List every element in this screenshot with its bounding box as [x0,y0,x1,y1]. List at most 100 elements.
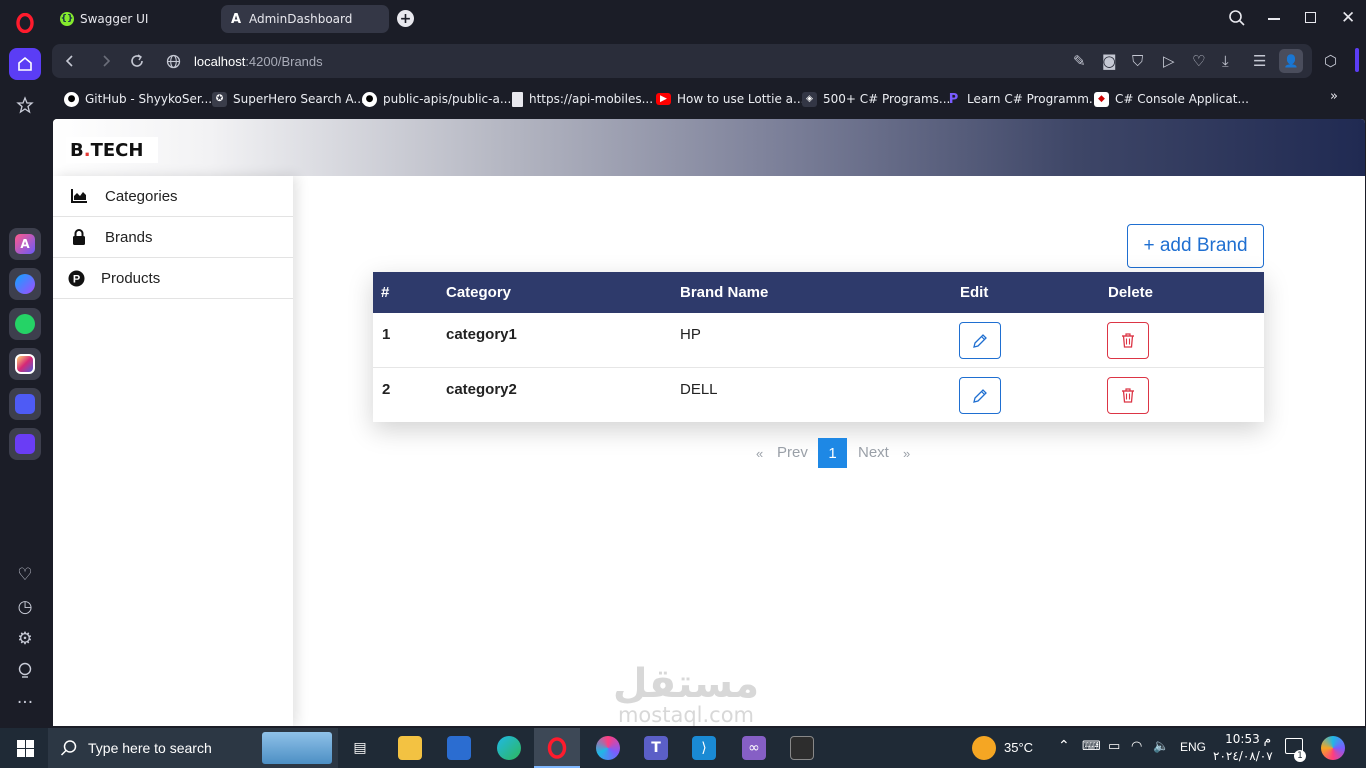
add-brand-button[interactable]: + add Brand [1127,224,1264,268]
flow-play-icon[interactable]: ▷ [1163,44,1175,78]
url-field[interactable]: localhost:4200/Brands [194,44,323,78]
notification-count: 1 [1294,750,1306,762]
bookmark-api-mobiles[interactable]: https://api-mobiles... [512,89,653,109]
btech-logo[interactable]: B. TECH [66,137,158,163]
edit-button[interactable] [959,377,1001,414]
heart-icon[interactable]: ♡ [12,562,38,588]
easy-setup-icon[interactable]: ☰ [1253,44,1266,78]
temperature[interactable]: 35°C [1004,740,1033,755]
table-header: # Category Brand Name Edit Delete [373,272,1264,313]
brands-table: # Category Brand Name Edit Delete 1 cate… [373,272,1264,422]
edge-icon[interactable] [497,736,521,760]
row-brand-name: HP [680,326,701,343]
adblock-shield-icon[interactable]: ⛉ [1132,44,1143,78]
close-window-icon[interactable]: ✕ [1341,8,1355,28]
taskbar-search-box[interactable]: Type here to search [48,728,338,768]
bookmark-lottie[interactable]: ▶ How to use Lottie a... [656,89,804,109]
superhero-icon: ✪ [212,91,227,107]
lightbulb-icon[interactable] [12,658,38,684]
input-method-icon[interactable]: ⌨ [1082,739,1101,754]
task-view-icon[interactable]: ▤ [348,736,372,760]
language-indicator[interactable]: ENG [1180,740,1206,754]
player-button[interactable] [9,428,41,460]
clock[interactable]: 10:53 م ٢٠٢٤/٠٨/٠٧ [1213,731,1273,765]
opera-logo-icon[interactable] [12,10,38,36]
tab-admindashboard[interactable]: A AdminDashboard [221,5,389,33]
taskbar-opera-active[interactable] [534,728,580,768]
bookmarks-overflow-icon[interactable]: » [1330,89,1338,104]
settings-gear-icon[interactable]: ⚙ [12,626,38,652]
row-number: 1 [382,326,391,343]
vscode-icon[interactable]: ⟩ [692,736,716,760]
profile-icon: 👤 [1279,49,1303,73]
aria-ai-button[interactable]: A [9,228,41,260]
history-icon[interactable]: ◷ [12,594,38,620]
row-number: 2 [382,381,391,398]
extensions-cube-icon[interactable]: ⬡ [1324,52,1337,70]
search-highlight-image [262,732,332,764]
next-arrow[interactable]: » [903,446,910,461]
weather-sun-icon[interactable] [972,736,996,760]
download-icon[interactable]: ⤓ [1222,44,1229,78]
share-edit-icon[interactable]: ✎ [1073,44,1086,78]
favorites-heart-icon[interactable]: ♡ [1192,44,1205,78]
reload-icon[interactable] [130,44,144,78]
angular-icon: A [230,11,242,27]
star-icon[interactable] [12,92,38,118]
visual-studio-icon[interactable]: ∞ [742,736,766,760]
delete-button[interactable] [1107,377,1149,414]
bookmark-github-shyyko[interactable]: ● GitHub - ShyykoSer... [64,89,212,109]
music-player-button[interactable] [9,388,41,420]
globe-icon[interactable] [166,44,181,78]
teams-icon[interactable]: T [644,736,668,760]
edit-button[interactable] [959,322,1001,359]
bookmark-superhero[interactable]: ✪ SuperHero Search A... [212,89,365,109]
speaker-icon[interactable]: 🔈 [1153,739,1169,754]
more-dots-icon[interactable]: ··· [12,690,38,716]
sidebar-item-products[interactable]: P Products [53,258,293,299]
bookmark-csharp-programs[interactable]: ◈ 500+ C# Programs... [802,89,950,109]
csharp-site-icon: ◈ [802,91,817,107]
tray-chevron-up-icon[interactable]: ⌃ [1058,738,1070,754]
delete-button[interactable] [1107,322,1149,359]
sidebar-toggle-icon[interactable] [1355,48,1359,72]
messenger-button[interactable] [9,268,41,300]
display-icon[interactable]: ▭ [1108,739,1120,754]
microsoft-store-icon[interactable] [447,736,471,760]
home-button[interactable] [9,48,41,80]
sidebar-item-categories[interactable]: Categories [53,176,293,217]
camera-icon[interactable]: ◙ [1102,44,1117,78]
wifi-icon[interactable]: ◠ [1131,739,1142,754]
profile-button[interactable]: 👤 [1279,44,1303,78]
app-sidebar: Categories Brands P Products [53,176,293,726]
column-header-brand-name: Brand Name [680,284,769,301]
learn-site-icon: P [948,91,959,107]
bookmark-csharp-console[interactable]: ◆ C# Console Applicat... [1094,89,1249,109]
prev-page-link[interactable]: Prev [777,444,808,461]
minimize-icon[interactable] [1268,18,1280,20]
new-tab-button[interactable]: + [397,10,414,27]
chart-icon [70,187,88,205]
tab-swagger[interactable]: {} Swagger UI [52,5,216,33]
copilot-icon[interactable] [1321,736,1345,760]
watermark-arabic: مستقل [612,661,760,707]
prev-arrow[interactable]: « [756,446,763,461]
instagram-button[interactable] [9,348,41,380]
file-explorer-icon[interactable] [398,736,422,760]
windows-start-icon[interactable] [13,736,37,760]
back-arrow-icon[interactable] [64,44,76,78]
restore-icon[interactable] [1305,12,1316,23]
tab-search-icon[interactable] [1228,9,1246,31]
bookmark-learn-csharp[interactable]: P Learn C# Programm... [946,89,1101,109]
sidebar-item-brands[interactable]: Brands [53,217,293,258]
terminal-icon[interactable] [790,736,814,760]
trash-icon [1122,388,1134,403]
bookmark-public-apis[interactable]: ● public-apis/public-a... [362,89,511,109]
github-icon: ● [362,91,377,107]
app-icon-circle[interactable] [596,736,620,760]
forward-arrow-icon[interactable] [100,44,112,78]
svg-text:P: P [72,273,79,285]
current-page-button[interactable]: 1 [818,438,847,468]
whatsapp-button[interactable] [9,308,41,340]
next-page-link[interactable]: Next [858,444,889,461]
